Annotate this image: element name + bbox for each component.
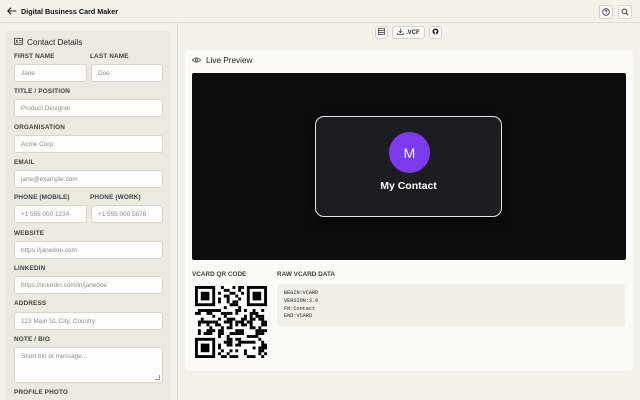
panel-divider <box>177 23 178 400</box>
bio-textarea[interactable]: Short bio or message... <box>14 347 163 383</box>
avatar: M <box>389 132 430 173</box>
search-icon[interactable] <box>618 5 632 19</box>
profile-photo-label: PROFILE PHOTO <box>14 389 69 396</box>
qr-code-label: VCARD QR CODE <box>192 271 247 278</box>
github-icon <box>432 28 439 37</box>
organisation-label: ORGANISATION <box>14 124 66 131</box>
raw-vcard-line: FN:Contact <box>284 305 316 312</box>
card-name: My Contact <box>380 180 437 192</box>
phone-work-input[interactable]: +1 555 000 5678 <box>91 205 163 223</box>
resize-handle-icon[interactable] <box>155 375 160 380</box>
linkedin-input[interactable]: https://linkedin.com/in/janedoe <box>14 276 163 294</box>
live-preview-title: Live Preview <box>206 56 253 65</box>
raw-vcard-box: BEGIN:VCARD VERSION:3.0 FN:Contact END:V… <box>277 284 625 327</box>
business-card[interactable]: M My Contact <box>315 116 502 217</box>
live-preview-header: Live Preview <box>191 56 253 65</box>
live-preview-panel: Live Preview M My Contact VCARD QR CODE … <box>185 50 633 371</box>
phone-mobile-label: PHONE (MOBILE) <box>14 194 70 201</box>
contact-details-panel: Contact Details FIRST NAME LAST NAME Jan… <box>5 31 171 400</box>
organisation-input[interactable]: Acme Corp <box>14 135 163 153</box>
raw-vcard-line: BEGIN:VCARD <box>284 290 319 296</box>
card-stage: M My Contact <box>192 73 626 260</box>
vcf-label: .VCF <box>406 29 420 36</box>
back-arrow-icon[interactable] <box>5 4 19 18</box>
first-name-label: FIRST NAME <box>14 53 55 60</box>
top-bar: Digital Business Card Maker <box>0 0 640 23</box>
title-input[interactable]: Product Designer <box>14 99 163 117</box>
website-label: WEBSITE <box>14 230 45 237</box>
raw-vcard-line: VERSION:3.0 <box>284 297 319 304</box>
email-label: EMAIL <box>14 159 35 166</box>
contact-details-title: Contact Details <box>27 37 83 47</box>
address-label: ADDRESS <box>14 300 47 307</box>
raw-vcard-label: RAW VCARD DATA <box>277 271 335 278</box>
raw-vcard-line: END:VCARD <box>284 313 313 320</box>
github-button[interactable] <box>428 26 442 39</box>
download-vcf-button[interactable]: .VCF <box>392 26 425 39</box>
contact-card-icon <box>14 37 23 47</box>
app-title: Digital Business Card Maker <box>21 6 119 16</box>
last-name-label: LAST NAME <box>90 53 129 60</box>
preview-toolbar: .VCF <box>375 26 442 39</box>
vcard-qr-code <box>195 286 268 359</box>
phone-work-label: PHONE (WORK) <box>90 194 141 201</box>
last-name-input[interactable]: Doe <box>91 64 163 82</box>
bio-label: NOTE / BIO <box>14 336 50 343</box>
address-input[interactable]: 123 Main St, City, Country <box>14 312 163 330</box>
eye-icon <box>191 56 202 65</box>
help-icon[interactable] <box>599 5 613 19</box>
linkedin-label: LINKEDIN <box>14 265 46 272</box>
qr-grid-button[interactable] <box>375 26 388 39</box>
qr-grid-icon <box>378 28 385 37</box>
title-label: TITLE / POSITION <box>14 88 71 95</box>
contact-details-header: Contact Details <box>5 31 171 53</box>
phone-mobile-input[interactable]: +1 555 000 1234 <box>14 205 87 223</box>
website-input[interactable]: https://janedoe.com <box>14 241 163 259</box>
first-name-input[interactable]: Jane <box>14 64 87 82</box>
email-input[interactable]: jane@example.com <box>14 170 163 188</box>
bio-placeholder: Short bio or message... <box>21 353 88 360</box>
download-icon <box>397 28 404 37</box>
